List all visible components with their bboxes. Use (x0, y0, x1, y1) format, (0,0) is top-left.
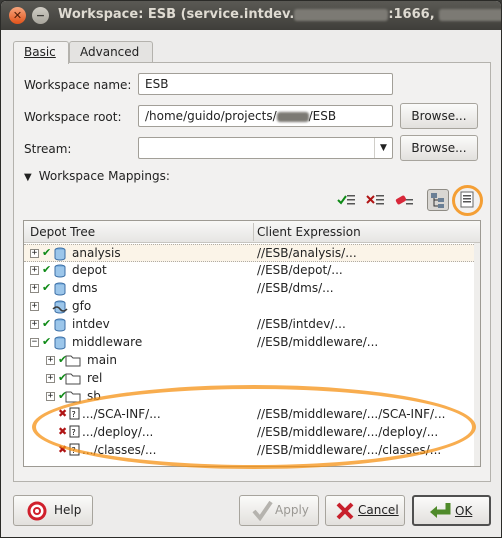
workspace-mappings-toggle[interactable]: ▼ Workspace Mappings: (24, 169, 170, 183)
ok-button[interactable]: OK (412, 495, 491, 526)
collapse-icon[interactable]: − (30, 338, 39, 347)
tree-row-dms[interactable]: + ✔ dms //ESB/dms/... (24, 280, 480, 298)
tree-row-main[interactable]: + ✔ main (24, 352, 480, 370)
redacted-text (439, 8, 501, 21)
clear-mapping-icon[interactable] (393, 189, 415, 211)
stream-label: Stream: (24, 142, 72, 156)
svg-text:?: ? (72, 428, 76, 437)
wildcard-icon: ? (69, 443, 81, 460)
help-button[interactable]: Help (13, 495, 93, 526)
exclude-x-icon: ✖ (58, 443, 68, 456)
tree-view-icon[interactable] (427, 189, 449, 211)
expand-icon[interactable]: + (30, 284, 39, 293)
tree-row-depot[interactable]: + ✔ depot //ESB/depot/... (24, 262, 480, 280)
stream-combobox[interactable]: ▼ (138, 137, 393, 159)
chevron-down-icon: ▼ (374, 138, 392, 158)
tree-row-gfo[interactable]: + gfo (24, 298, 480, 316)
close-window-button[interactable]: ✕ (9, 7, 26, 24)
minimize-window-button[interactable]: − (32, 7, 49, 24)
column-separator[interactable] (253, 223, 254, 241)
enter-arrow-icon (428, 500, 452, 525)
svg-text:?: ? (72, 446, 76, 455)
folder-icon (65, 371, 81, 388)
tab-basic[interactable]: Basic (13, 41, 69, 64)
triangle-down-icon: ▼ (24, 172, 32, 183)
tree-row-rel[interactable]: + ✔ rel (24, 370, 480, 388)
checkmark-icon: ✔ (42, 335, 52, 348)
expand-icon[interactable]: + (30, 266, 39, 275)
browse-root-button[interactable]: Browse... (400, 103, 478, 129)
exclude-x-icon: ✖ (58, 425, 68, 438)
workspace-root-input[interactable]: /home/guido/projects//ESB (138, 105, 393, 127)
checkmark-icon: ✔ (42, 263, 52, 276)
expand-icon[interactable]: + (46, 392, 55, 401)
workspace-name-label: Workspace name: (24, 78, 132, 92)
ok-label: OK (455, 504, 473, 518)
workspace-dialog: ✕ − Workspace: ESB (service.intdev.:1666… (0, 0, 502, 538)
exclude-x-icon: ✖ (58, 407, 68, 420)
cancel-label: Cancel (358, 503, 399, 517)
browse-stream-button[interactable]: Browse... (400, 135, 478, 161)
tree-row-sb[interactable]: + ✔ sb (24, 388, 480, 406)
title-bar[interactable]: ✕ − Workspace: ESB (service.intdev.:1666… (1, 1, 501, 30)
depot-tree[interactable]: Depot Tree Client Expression + ✔ analysi… (23, 220, 481, 467)
tree-row-sca-inf[interactable]: ✖ ? .../SCA-INF/... //ESB/middleware/...… (24, 406, 480, 424)
tree-row-middleware[interactable]: − ✔ middleware //ESB/middleware/... (24, 334, 480, 352)
folder-icon (65, 389, 81, 406)
cancel-button[interactable]: Cancel (325, 495, 405, 526)
folder-icon (65, 353, 81, 370)
redacted-text (294, 8, 389, 21)
checkmark-icon: ✔ (42, 317, 52, 330)
text-view-icon[interactable] (456, 189, 478, 211)
tree-row-deploy[interactable]: ✖ ? .../deploy/... //ESB/middleware/.../… (24, 424, 480, 442)
tree-row-analysis[interactable]: + ✔ analysis //ESB/analysis/... (24, 244, 480, 262)
checkmark-icon (251, 499, 273, 524)
expand-icon[interactable]: + (30, 302, 39, 311)
wildcard-icon: ? (69, 425, 81, 442)
expand-icon[interactable]: + (30, 249, 39, 258)
column-header-client[interactable]: Client Expression (257, 225, 361, 239)
tab-advanced[interactable]: Advanced (69, 41, 153, 63)
workspace-name-input[interactable]: ESB (138, 73, 393, 95)
vertical-scrollbar[interactable] (474, 243, 480, 466)
column-header-depot[interactable]: Depot Tree (30, 225, 95, 239)
redacted-text (276, 111, 309, 122)
tree-header: Depot Tree Client Expression (24, 221, 480, 243)
cancel-icon (334, 500, 356, 525)
checkmark-icon: ✔ (42, 246, 52, 259)
tree-row-intdev[interactable]: + ✔ intdev //ESB/intdev/... (24, 316, 480, 334)
include-mapping-icon[interactable] (335, 189, 357, 211)
expand-icon[interactable]: + (30, 320, 39, 329)
exclude-mapping-icon[interactable] (364, 189, 386, 211)
svg-text:?: ? (72, 410, 76, 419)
window-title: Workspace: ESB (service.intdev.:1666, (58, 7, 501, 22)
workspace-root-label: Workspace root: (24, 110, 122, 124)
expand-icon[interactable]: + (46, 356, 55, 365)
tree-row-classes[interactable]: ✖ ? .../classes/... //ESB/middleware/...… (24, 442, 480, 460)
checkmark-icon: ✔ (42, 281, 52, 294)
apply-button[interactable]: Apply (239, 495, 319, 526)
help-icon (26, 501, 48, 524)
expand-icon[interactable]: + (46, 374, 55, 383)
wildcard-icon: ? (69, 407, 81, 424)
